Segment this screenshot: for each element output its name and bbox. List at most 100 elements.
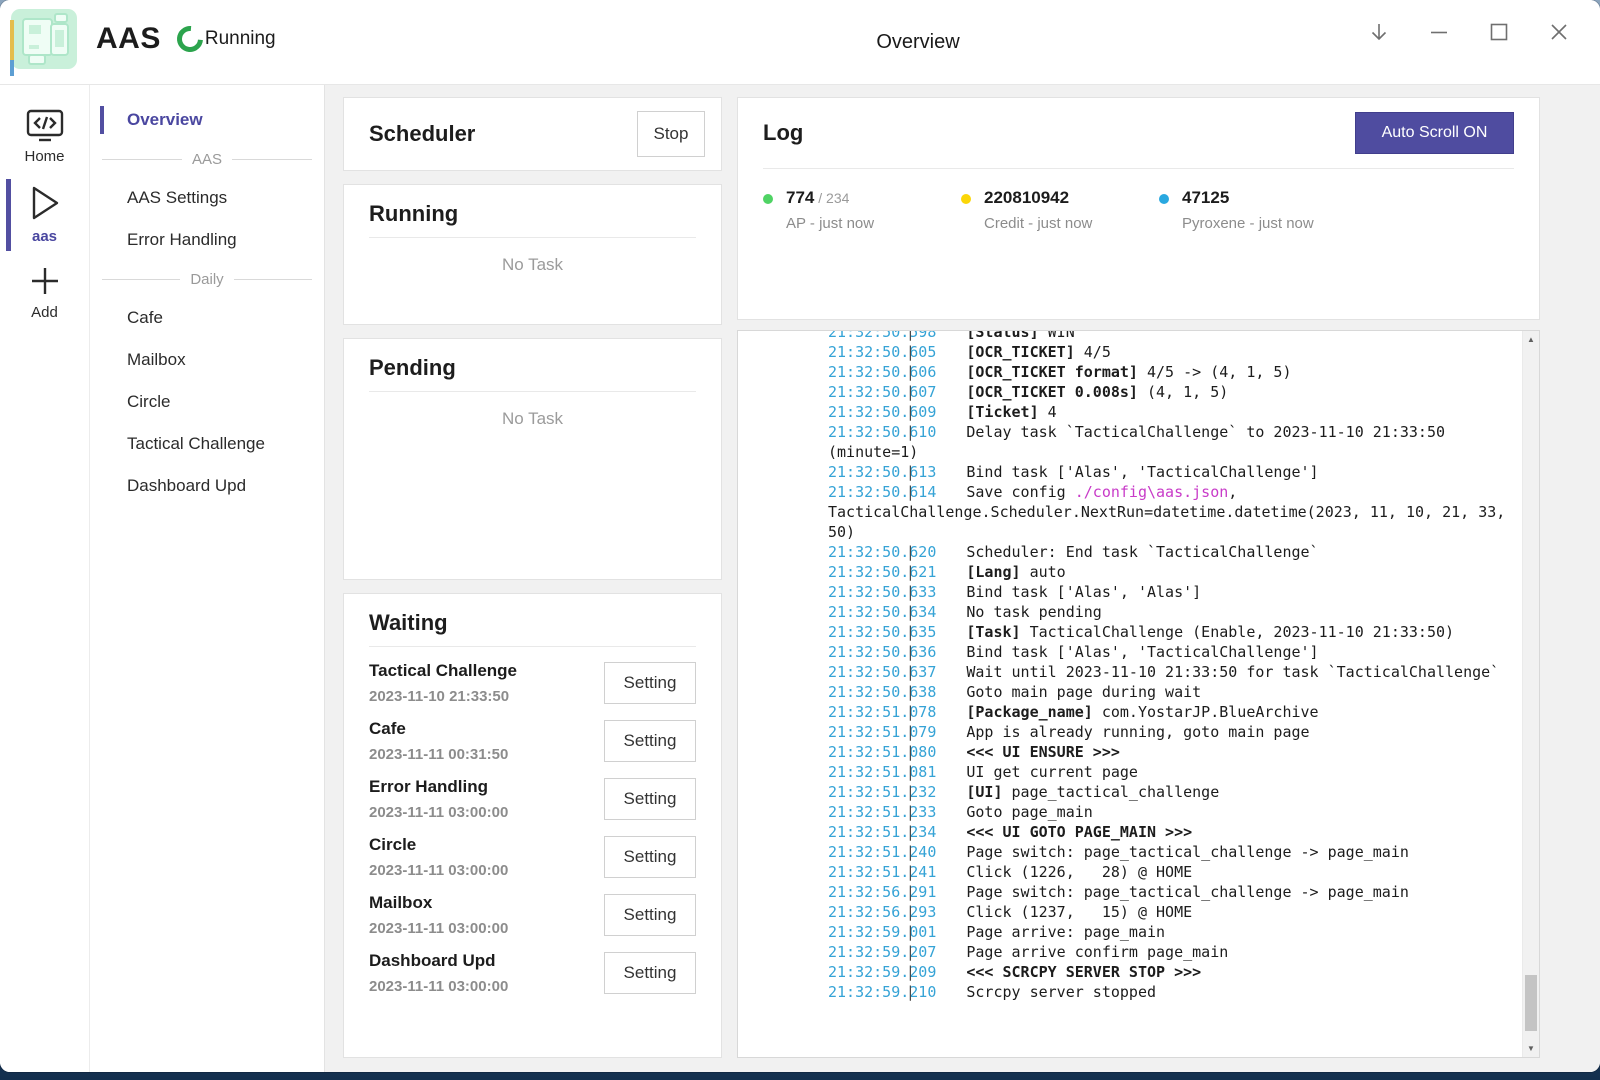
nav-divider-label: Daily — [190, 271, 223, 288]
stat-text: 774 / 234AP - just now — [786, 188, 874, 232]
minimize-icon — [1427, 20, 1451, 44]
setting-button-cafe[interactable]: Setting — [604, 720, 696, 762]
log-view[interactable]: INFO21:32:50.598|[Status] WININFO21:32:5… — [737, 330, 1540, 1058]
log-message-segment: Page arrive: page_main — [966, 923, 1165, 941]
log-message-segment: WIN — [1039, 330, 1075, 341]
log-time: 21:32:50.634 — [828, 603, 936, 621]
log-entry: INFO21:32:51.080|<<< UI ENSURE >>> — [746, 742, 1518, 762]
log-message-segment: App is already running, goto main page — [966, 723, 1309, 741]
auto-scroll-button[interactable]: Auto Scroll ON — [1355, 112, 1514, 154]
setting-button-circle[interactable]: Setting — [604, 836, 696, 878]
rail-item-aas[interactable]: aas — [0, 175, 89, 255]
log-entry: INFO21:32:50.638|Goto main page during w… — [746, 682, 1518, 702]
update-button[interactable] — [1364, 17, 1394, 47]
rail-item-home[interactable]: Home — [0, 101, 89, 175]
log-level: INFO — [746, 362, 828, 382]
log-separator: | — [936, 422, 966, 442]
log-message-segment: [Status] — [966, 330, 1038, 341]
minimize-button[interactable] — [1424, 17, 1454, 47]
setting-button-dashboard-upd[interactable]: Setting — [604, 952, 696, 994]
close-button[interactable] — [1544, 17, 1574, 47]
nav-item-label: Dashboard Upd — [127, 476, 246, 496]
log-separator: | — [936, 782, 966, 802]
log-time: 21:32:50.620 — [828, 543, 936, 561]
task-info: Mailbox2023-11-11 03:00:00 — [369, 893, 508, 937]
nav-item-cafe[interactable]: Cafe — [90, 297, 324, 339]
log-message-segment: 4/5 -> (4, 1, 5) — [1138, 363, 1292, 381]
log-time: 21:32:50.609 — [828, 403, 936, 421]
log-message-segment: Bind task ['Alas', 'TacticalChallenge'] — [966, 643, 1318, 661]
log-separator: | — [936, 882, 966, 902]
log-scrollbar[interactable]: ▲ ▼ — [1522, 331, 1539, 1057]
log-level: INFO — [746, 962, 828, 982]
log-message-segment: auto — [1021, 563, 1066, 581]
nav-item-error-handling[interactable]: Error Handling — [90, 219, 324, 261]
nav-item-dashboard-upd[interactable]: Dashboard Upd — [90, 465, 324, 507]
log-time: 21:32:50.614 — [828, 483, 936, 501]
stat-ap: 774 / 234AP - just now — [763, 188, 961, 232]
nav-item-mailbox[interactable]: Mailbox — [90, 339, 324, 381]
pending-title: Pending — [369, 355, 696, 381]
setting-button-mailbox[interactable]: Setting — [604, 894, 696, 936]
nav-item-label: Error Handling — [127, 230, 237, 250]
log-time: 21:32:56.293 — [828, 903, 936, 921]
app-window: AAS Running Overview — [0, 0, 1600, 1072]
log-time: 21:32:51.241 — [828, 863, 936, 881]
rail-item-add[interactable]: Add — [0, 255, 89, 331]
task-info: Cafe2023-11-11 00:31:50 — [369, 719, 508, 763]
dashboard-stats: 774 / 234AP - just now220810942Credit - … — [763, 169, 1514, 232]
status-dot — [961, 194, 971, 204]
log-time: 21:32:50.610 — [828, 423, 936, 441]
log-time: 21:32:51.081 — [828, 763, 936, 781]
nav-item-aas-settings[interactable]: AAS Settings — [90, 177, 324, 219]
log-level: INFO — [746, 402, 828, 422]
scroll-thumb[interactable] — [1525, 975, 1537, 1031]
stat-value: 220810942 — [984, 188, 1092, 208]
log-level: INFO — [746, 582, 828, 602]
app-name: AAS — [96, 22, 161, 56]
scheduler-title: Scheduler — [369, 121, 475, 147]
log-level: INFO — [746, 722, 828, 742]
log-entry: INFO21:32:51.241|Click (1226, 28) @ HOME — [746, 862, 1518, 882]
divider-line — [234, 279, 312, 280]
title-bar: AAS Running Overview — [0, 0, 1600, 85]
log-message-segment: Page arrive confirm page_main — [966, 943, 1228, 961]
log-time: 21:32:50.635 — [828, 623, 936, 641]
scroll-down-button[interactable]: ▼ — [1523, 1040, 1539, 1057]
log-level: INFO — [746, 422, 828, 442]
log-level: INFO — [746, 330, 828, 342]
stat-label: Pyroxene - just now — [1182, 215, 1314, 232]
task-name: Circle — [369, 835, 508, 855]
divider-line — [102, 159, 182, 160]
log-message-segment: 4/5 — [1075, 343, 1111, 361]
task-info: Dashboard Upd2023-11-11 03:00:00 — [369, 951, 508, 995]
setting-button-error-handling[interactable]: Setting — [604, 778, 696, 820]
active-indicator — [6, 179, 11, 251]
log-message-segment: Goto page_main — [966, 803, 1092, 821]
stop-button[interactable]: Stop — [637, 111, 705, 157]
nav-item-circle[interactable]: Circle — [90, 381, 324, 423]
nav-item-tactical-challenge[interactable]: Tactical Challenge — [90, 423, 324, 465]
close-icon — [1547, 20, 1571, 44]
setting-button-tactical-challenge[interactable]: Setting — [604, 662, 696, 704]
log-separator: | — [936, 742, 966, 762]
log-separator: | — [936, 762, 966, 782]
log-message-segment: TacticalChallenge (Enable, 2023-11-10 21… — [1021, 623, 1454, 641]
maximize-button[interactable] — [1484, 17, 1514, 47]
log-entry: INFO21:32:50.637|Wait until 2023-11-10 2… — [746, 662, 1518, 682]
task-next-run: 2023-11-11 03:00:00 — [369, 978, 508, 995]
log-level: INFO — [746, 902, 828, 922]
scroll-up-button[interactable]: ▲ — [1523, 331, 1539, 348]
log-time: 21:32:50.637 — [828, 663, 936, 681]
waiting-title: Waiting — [369, 610, 696, 636]
log-message-segment: Bind task ['Alas', 'Alas'] — [966, 583, 1201, 601]
log-message-segment: Click (1226, 28) @ HOME — [966, 863, 1192, 881]
log-entry: INFO21:32:50.607|[OCR_TICKET 0.008s] (4,… — [746, 382, 1518, 402]
log-message-segment: 4 — [1039, 403, 1057, 421]
log-entry: INFO21:32:50.614|Save config ./config\aa… — [746, 482, 1518, 542]
nav-item-overview[interactable]: Overview — [90, 99, 324, 141]
waiting-task-list: Tactical Challenge2023-11-10 21:33:50Set… — [369, 661, 696, 995]
log-time: 21:32:59.209 — [828, 963, 936, 981]
log-separator: | — [936, 642, 966, 662]
stat-suffix: / 234 — [814, 190, 849, 206]
